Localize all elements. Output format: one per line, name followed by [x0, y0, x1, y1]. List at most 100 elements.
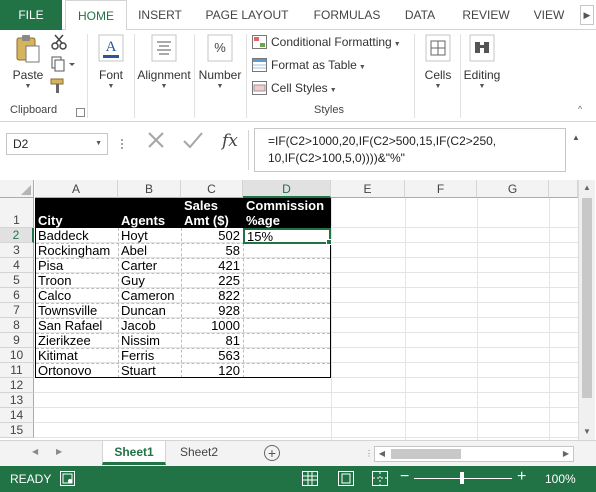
tab-view[interactable]: VIEW	[525, 0, 573, 30]
cell-d4[interactable]	[244, 258, 330, 273]
scroll-down-arrow-icon[interactable]: ▼	[579, 424, 595, 440]
page-layout-view-icon[interactable]	[338, 471, 354, 486]
cell-a7[interactable]: Townsville	[36, 303, 118, 318]
add-sheet-button[interactable]: +	[264, 445, 280, 461]
sheet-tab-sheet1[interactable]: Sheet1	[102, 441, 166, 465]
paste-button[interactable]: Paste ▼	[8, 34, 48, 90]
horizontal-scrollbar[interactable]: ◀ ▶	[374, 446, 574, 462]
cell-c2[interactable]: 502	[182, 228, 243, 243]
row-header-9[interactable]: 9	[0, 333, 34, 348]
tab-data[interactable]: DATA	[393, 0, 447, 30]
drag-handle-icon[interactable]	[120, 138, 124, 150]
name-box[interactable]: D2 ▼	[6, 133, 108, 155]
cell-d7[interactable]	[244, 303, 330, 318]
scroll-right-arrow-icon[interactable]: ▶	[559, 447, 573, 461]
chevron-down-icon[interactable]: ▼	[95, 134, 102, 154]
cell-b3[interactable]: Abel	[119, 243, 181, 258]
tab-home[interactable]: HOME	[65, 0, 127, 31]
row-header-5[interactable]: 5	[0, 273, 34, 288]
vertical-scrollbar[interactable]: ▲ ▼	[578, 180, 595, 440]
chevron-down-icon[interactable]: ▼	[418, 83, 458, 90]
cell-d6[interactable]	[244, 288, 330, 303]
scroll-up-arrow-icon[interactable]: ▲	[579, 180, 595, 196]
normal-view-icon[interactable]	[302, 471, 318, 486]
cell-a8[interactable]: San Rafael	[36, 318, 118, 333]
conditional-formatting-button[interactable]: Conditional Formatting ▼	[252, 32, 401, 52]
sheet-tab-sheet2[interactable]: Sheet2	[168, 441, 230, 465]
alignment-button[interactable]: Alignment ▼	[136, 34, 192, 90]
insert-function-icon[interactable]: fx	[222, 131, 238, 151]
cell-c7[interactable]: 928	[182, 303, 243, 318]
cell-d3[interactable]	[244, 243, 330, 258]
row-header-3[interactable]: 3	[0, 243, 34, 258]
enter-check-icon[interactable]	[182, 130, 204, 156]
cell-b11[interactable]: Stuart	[119, 363, 181, 378]
cell-c4[interactable]: 421	[182, 258, 243, 273]
header-cell-city[interactable]: City	[35, 198, 118, 228]
header-cell-commission[interactable]: Commission %age	[243, 198, 331, 228]
cell-a5[interactable]: Troon	[36, 273, 118, 288]
vertical-scroll-thumb[interactable]	[582, 198, 592, 398]
number-button[interactable]: % Number ▼	[196, 34, 244, 90]
chevron-up-icon[interactable]: ▲	[572, 133, 580, 142]
formula-input[interactable]: =IF(C2>1000,20,IF(C2>500,15,IF(C2>250, 1…	[254, 128, 566, 172]
row-header-6[interactable]: 6	[0, 288, 34, 303]
row-header-11[interactable]: 11	[0, 363, 34, 378]
row-header-15[interactable]: 15	[0, 423, 34, 438]
tab-formulas[interactable]: FORMULAS	[303, 0, 391, 30]
clipboard-dialog-launcher-icon[interactable]	[76, 108, 85, 117]
chevron-down-icon[interactable]: ▼	[196, 83, 244, 90]
cell-d8[interactable]	[244, 318, 330, 333]
chevron-down-icon[interactable]: ▼	[92, 83, 130, 90]
select-all-button[interactable]	[0, 180, 34, 198]
row-header-12[interactable]: 12	[0, 378, 34, 393]
cell-c11[interactable]: 120	[182, 363, 243, 378]
cell-c9[interactable]: 81	[182, 333, 243, 348]
cell-b6[interactable]: Cameron	[119, 288, 181, 303]
macro-recording-icon[interactable]	[60, 471, 75, 486]
page-break-preview-icon[interactable]	[372, 471, 388, 486]
cell-b9[interactable]: Nissim	[119, 333, 181, 348]
column-header-c[interactable]: C	[181, 180, 243, 198]
cancel-icon[interactable]	[146, 130, 166, 156]
zoom-out-icon[interactable]: −	[400, 468, 409, 486]
fill-handle[interactable]	[326, 239, 332, 245]
header-cell-agents[interactable]: Agents	[118, 198, 181, 228]
row-header-8[interactable]: 8	[0, 318, 34, 333]
column-header-e[interactable]: E	[331, 180, 405, 198]
cell-c3[interactable]: 58	[182, 243, 243, 258]
tab-split-handle-icon[interactable]: ⋮	[365, 449, 374, 458]
column-header-d[interactable]: D	[243, 180, 331, 198]
cells-button[interactable]: Cells ▼	[418, 34, 458, 90]
cell-a3[interactable]: Rockingham	[36, 243, 118, 258]
format-painter-icon[interactable]	[50, 78, 68, 94]
row-header-1[interactable]: 1	[0, 198, 34, 228]
cell-b2[interactable]: Hoyt	[119, 228, 181, 243]
header-cell-sales[interactable]: Sales Amt ($)	[181, 198, 243, 228]
tab-review[interactable]: REVIEW	[449, 0, 523, 30]
tab-file[interactable]: FILE	[0, 0, 62, 30]
cell-c10[interactable]: 563	[182, 348, 243, 363]
tab-insert[interactable]: INSERT	[129, 0, 191, 30]
cell-c5[interactable]: 225	[182, 273, 243, 288]
zoom-in-icon[interactable]: +	[517, 468, 526, 486]
chevron-down-icon[interactable]: ▼	[136, 83, 192, 90]
row-header-14[interactable]: 14	[0, 408, 34, 423]
editing-button[interactable]: Editing ▼	[462, 34, 502, 90]
cell-a4[interactable]: Pisa	[36, 258, 118, 273]
row-header-7[interactable]: 7	[0, 303, 34, 318]
cell-c6[interactable]: 822	[182, 288, 243, 303]
scroll-left-arrow-icon[interactable]: ◀	[375, 447, 389, 461]
cell-a6[interactable]: Calco	[36, 288, 118, 303]
row-header-2[interactable]: 2	[0, 228, 34, 243]
cell-d11[interactable]	[244, 363, 330, 378]
format-as-table-button[interactable]: Format as Table ▼	[252, 55, 366, 75]
cell-a9[interactable]: Zierikzee	[36, 333, 118, 348]
collapse-ribbon-icon[interactable]: ^	[578, 104, 582, 114]
font-button[interactable]: A Font ▼	[92, 34, 130, 90]
column-header-a[interactable]: A	[35, 180, 118, 198]
sheet-nav-next-icon[interactable]: ▶	[56, 447, 62, 456]
cell-d9[interactable]	[244, 333, 330, 348]
cell-d10[interactable]	[244, 348, 330, 363]
cell-a2[interactable]: Baddeck	[36, 228, 118, 243]
